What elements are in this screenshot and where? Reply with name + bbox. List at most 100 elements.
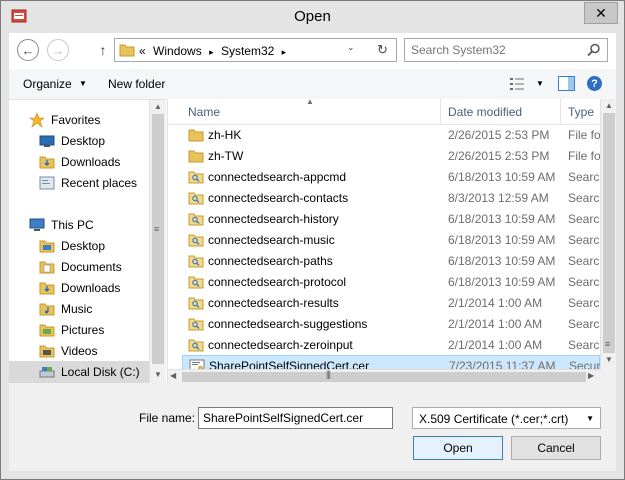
view-dropdown-icon[interactable]: ▼ (536, 79, 544, 88)
file-date: 2/26/2015 2:53 PM (448, 149, 550, 163)
search-icon[interactable] (587, 43, 601, 57)
nav-pc-pictures[interactable]: Pictures (39, 320, 104, 340)
file-row[interactable]: zh-TW 2/26/2015 2:53 PM File fold (182, 146, 600, 167)
nav-favorites-downloads[interactable]: Downloads (39, 152, 120, 172)
file-name: connectedsearch-history (208, 212, 339, 226)
cancel-button[interactable]: Cancel (511, 436, 601, 460)
file-row-selected[interactable]: SharePointSelfSignedCert.cer 7/23/2015 1… (182, 355, 600, 369)
breadcrumb-separator-icon[interactable]: ▸ (282, 47, 287, 57)
folder-icon (39, 240, 55, 253)
organize-button[interactable]: Organize (23, 77, 72, 91)
search-input[interactable] (411, 42, 581, 58)
organize-dropdown-icon[interactable]: ▼ (79, 79, 87, 88)
file-name: connectedsearch-contacts (208, 191, 349, 205)
file-row[interactable]: connectedsearch-appcmd 6/18/2013 10:59 A… (182, 167, 600, 188)
file-row[interactable]: connectedsearch-contacts 8/3/2013 12:59 … (182, 188, 600, 209)
file-type: Search (568, 191, 600, 205)
column-divider[interactable] (440, 99, 441, 125)
close-button[interactable]: ✕ (584, 2, 618, 24)
file-list-vertical-scrollbar[interactable]: ▲ ≡ ▼ (600, 99, 616, 369)
file-name: zh-HK (208, 128, 242, 142)
nav-pc-downloads[interactable]: Downloads (39, 278, 120, 298)
file-name: connectedsearch-music (208, 233, 335, 247)
back-arrow-icon: ← (21, 42, 35, 58)
nav-this-pc[interactable]: This PC (29, 215, 94, 235)
scroll-thumb[interactable] (603, 113, 615, 353)
folder-icon (39, 345, 55, 358)
new-folder-button[interactable]: New folder (108, 77, 165, 91)
back-button[interactable]: ← (17, 39, 39, 61)
file-row[interactable]: connectedsearch-suggestions 2/1/2014 1:0… (182, 314, 600, 335)
nav-pc-desktop[interactable]: Desktop (39, 236, 105, 256)
scroll-up-icon[interactable]: ▲ (154, 102, 162, 111)
help-icon[interactable]: ? (587, 76, 602, 91)
column-header-date[interactable]: Date modified (448, 105, 522, 119)
file-type-select[interactable]: X.509 Certificate (*.cer;*.crt) ▼ (412, 407, 601, 429)
nav-pc-local-disk[interactable]: Local Disk (C:) (9, 361, 149, 383)
folder-icon (119, 44, 135, 57)
nav-pc-music[interactable]: Music (39, 299, 92, 319)
nav-scrollbar[interactable]: ▲ ≡ ▼ (149, 100, 166, 383)
recent-places-icon (39, 176, 55, 190)
file-list: ▲ Name Date modified Type zh-HK 2/26/201… (167, 99, 616, 383)
address-bar[interactable]: « Windows ▸ System32 ▸ ⌄ ↻ (114, 38, 397, 62)
file-row[interactable]: connectedsearch-music 6/18/2013 10:59 AM… (182, 230, 600, 251)
scroll-down-icon[interactable]: ▼ (154, 370, 162, 379)
chevron-down-icon[interactable]: ▼ (586, 414, 594, 423)
file-row[interactable]: connectedsearch-paths 6/18/2013 10:59 AM… (182, 251, 600, 272)
file-row[interactable]: connectedsearch-results 2/1/2014 1:00 AM… (182, 293, 600, 314)
nav-favorites-recent-places[interactable]: Recent places (39, 173, 137, 193)
scroll-left-icon[interactable]: ◀ (170, 371, 176, 380)
search-folder-icon (188, 234, 204, 247)
file-row[interactable]: connectedsearch-zeroinput 2/1/2014 1:00 … (182, 335, 600, 356)
file-date: 2/1/2014 1:00 AM (448, 296, 543, 310)
file-row[interactable]: connectedsearch-history 6/18/2013 10:59 … (182, 209, 600, 230)
desktop-icon (39, 135, 55, 147)
change-view-icon[interactable] (509, 77, 525, 91)
file-date: 2/1/2014 1:00 AM (448, 317, 543, 331)
column-header-type[interactable]: Type (568, 105, 594, 119)
refresh-icon[interactable]: ↻ (377, 42, 388, 58)
file-date: 6/18/2013 10:59 AM (448, 170, 556, 184)
scroll-right-icon[interactable]: ▶ (588, 371, 594, 380)
file-name: zh-TW (208, 149, 244, 163)
preview-pane-icon[interactable] (558, 76, 575, 91)
nav-favorites[interactable]: Favorites (29, 110, 100, 130)
breadcrumb-system32[interactable]: System32 (221, 44, 274, 58)
address-dropdown-icon[interactable]: ⌄ (347, 42, 355, 53)
navigation-bar: ← → ↑ « Windows ▸ System32 ▸ ⌄ ↻ (9, 33, 616, 69)
open-button[interactable]: Open (413, 436, 503, 460)
nav-label: Favorites (51, 113, 101, 127)
breadcrumb-separator-icon[interactable]: ▸ (209, 47, 214, 57)
scroll-up-icon[interactable]: ▲ (605, 101, 613, 110)
breadcrumb-windows[interactable]: Windows (153, 44, 202, 58)
window-frame-left (1, 33, 9, 479)
scroll-grip-icon: ||| (326, 369, 331, 379)
nav-favorites-desktop[interactable]: Desktop (39, 131, 105, 151)
column-header-name[interactable]: Name (188, 105, 220, 119)
command-bar: Organize ▼ New folder ▼ ? (9, 69, 616, 99)
file-type: Search (568, 233, 600, 247)
scroll-down-icon[interactable]: ▼ (605, 355, 613, 364)
file-row[interactable]: connectedsearch-protocol 6/18/2013 10:59… (182, 272, 600, 293)
column-divider[interactable] (560, 99, 561, 125)
file-name-input[interactable] (198, 407, 393, 429)
scroll-thumb[interactable] (152, 114, 164, 364)
breadcrumb-overflow[interactable]: « (139, 44, 146, 58)
scroll-thumb[interactable] (182, 372, 586, 382)
file-row[interactable]: zh-HK 2/26/2015 2:53 PM File fold (182, 125, 600, 146)
search-box[interactable] (404, 38, 608, 62)
cancel-button-label: Cancel (537, 441, 575, 455)
file-list-horizontal-scrollbar[interactable]: ◀ ||| ▶ (168, 369, 600, 383)
up-button[interactable]: ↑ (95, 41, 111, 59)
nav-pc-videos[interactable]: Videos (39, 341, 97, 361)
file-name: connectedsearch-zeroinput (208, 338, 353, 352)
file-type: Search (568, 317, 600, 331)
folder-icon (39, 324, 55, 337)
forward-button[interactable]: → (47, 39, 69, 61)
folder-icon (39, 303, 55, 316)
nav-pc-documents[interactable]: Documents (39, 257, 122, 277)
scrollbar-corner (600, 369, 616, 383)
file-type: File fold (568, 128, 600, 142)
title-bar[interactable]: Open ✕ (1, 1, 624, 33)
